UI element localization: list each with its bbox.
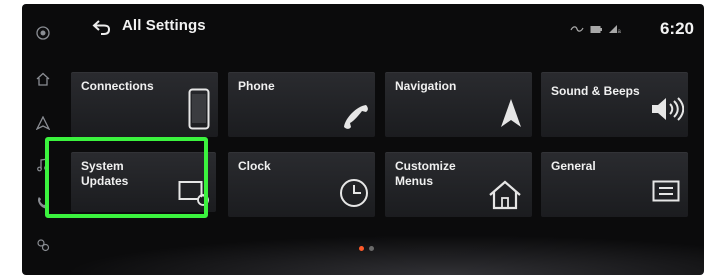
highlight-frame <box>45 137 208 218</box>
bluetooth-audio-icon <box>570 24 584 37</box>
apps-icon[interactable] <box>34 236 52 254</box>
tile-label: Navigation <box>395 79 457 93</box>
page-indicator <box>359 246 374 251</box>
smartphone-icon <box>188 88 210 133</box>
svg-text:a: a <box>618 29 622 34</box>
page-dot-active[interactable] <box>359 246 364 251</box>
signal-strength-icon: a <box>608 24 622 37</box>
battery-icon <box>590 25 602 37</box>
tile-clock[interactable]: Clock <box>228 152 375 217</box>
tile-navigation[interactable]: Navigation <box>385 72 532 137</box>
house-icon <box>488 180 522 213</box>
navigation-arrow-icon <box>500 98 522 131</box>
navigation-icon[interactable] <box>34 114 52 132</box>
page-title: All Settings <box>122 17 206 34</box>
page-dot[interactable] <box>369 246 374 251</box>
general-settings-icon <box>652 180 680 205</box>
tile-general[interactable]: General <box>541 152 688 217</box>
tile-label: Sound & Beeps <box>551 84 640 98</box>
tile-label: Clock <box>238 159 271 173</box>
phone-handset-icon <box>341 102 371 135</box>
tile-connections[interactable]: Connections <box>71 72 218 137</box>
status-icons: a <box>570 24 622 37</box>
back-icon[interactable] <box>92 18 112 36</box>
tile-label: Customize Menus <box>395 159 456 188</box>
audio-source-icon[interactable] <box>34 24 52 42</box>
home-icon[interactable] <box>34 70 52 88</box>
header-bar: All Settings a 6:20 <box>62 4 704 56</box>
tile-sound-beeps[interactable]: Sound & Beeps <box>541 72 688 137</box>
tile-phone[interactable]: Phone <box>228 72 375 137</box>
tile-label: Connections <box>81 79 154 93</box>
bottom-glow <box>62 235 704 275</box>
tile-label: General <box>551 159 596 173</box>
clock-time: 6:20 <box>659 19 694 38</box>
clock-icon <box>339 178 369 211</box>
tile-label: Phone <box>238 79 275 93</box>
speaker-icon <box>650 96 685 125</box>
tile-customize-menus[interactable]: Customize Menus <box>385 152 532 217</box>
